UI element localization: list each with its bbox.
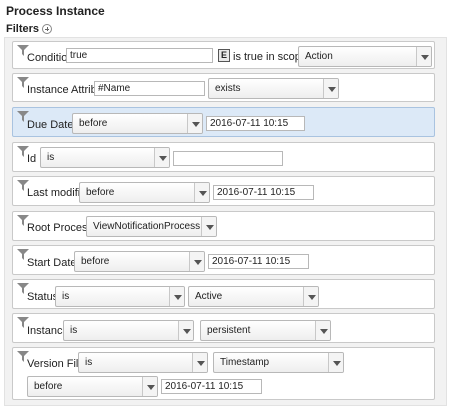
chevron-down-icon xyxy=(169,287,184,306)
filter-row-last-modified: Last modified before 2016-07-11 10:15 xyxy=(12,176,435,206)
instance-attribute-operator-value: exists xyxy=(215,83,241,94)
version-filter-operator-value: is xyxy=(85,357,93,368)
chevron-down-icon xyxy=(201,217,216,236)
last-modified-operator-select[interactable]: before xyxy=(79,182,210,203)
chevron-down-icon xyxy=(189,252,204,271)
instance-operator-value: is xyxy=(70,325,78,336)
status-operator-select[interactable]: is xyxy=(55,286,185,307)
status-operator-value: is xyxy=(62,291,70,302)
filters-header: Filters xyxy=(6,23,53,35)
root-process-value: ViewNotificationProcess xyxy=(93,221,201,232)
filter-row-status: Status is Active xyxy=(12,279,435,309)
id-label: Id xyxy=(27,153,37,165)
version-filter-comparison-value: before xyxy=(34,381,63,392)
instance-attribute-operator-select[interactable]: exists xyxy=(208,78,339,99)
status-value-select[interactable]: Active xyxy=(188,286,319,307)
filter-row-version-filter: Version Filter is Timestamp before 2016-… xyxy=(12,347,435,400)
filter-row-condition: Condition true E is true in scope of Act… xyxy=(12,41,435,69)
page-title: Process Instance xyxy=(6,4,105,18)
status-label: Status xyxy=(27,291,59,303)
filter-row-instance: Instance is persistent xyxy=(12,313,435,343)
last-modified-operator-value: before xyxy=(86,187,115,198)
chevron-down-icon xyxy=(315,321,330,340)
expression-editor-button[interactable]: E xyxy=(218,49,230,62)
instance-value-select[interactable]: persistent xyxy=(200,320,331,341)
version-filter-operator-select[interactable]: is xyxy=(78,352,208,373)
start-date-operator-select[interactable]: before xyxy=(74,251,205,272)
filters-label: Filters xyxy=(6,23,40,35)
chevron-down-icon xyxy=(187,114,202,133)
chevron-down-icon xyxy=(178,321,193,340)
filter-row-id: Id is xyxy=(12,142,435,172)
due-date-operator-value: before xyxy=(79,118,108,129)
chevron-down-icon xyxy=(154,148,169,167)
version-filter-type-value: Timestamp xyxy=(220,357,270,368)
instance-operator-select[interactable]: is xyxy=(63,320,194,341)
filter-row-instance-attribute: Instance Attribute #Name exists xyxy=(12,73,435,102)
last-modified-input[interactable]: 2016-07-11 10:15 xyxy=(213,185,314,200)
due-date-input[interactable]: 2016-07-11 10:15 xyxy=(206,116,305,131)
root-process-select[interactable]: ViewNotificationProcess xyxy=(86,216,217,237)
scope-select-value: Action xyxy=(305,51,333,62)
version-filter-comparison-select[interactable]: before xyxy=(27,376,158,397)
chevron-down-icon xyxy=(194,183,209,202)
filter-row-due-date: Due Date is before 2016-07-11 10:15 xyxy=(12,107,435,137)
chevron-down-icon xyxy=(328,353,343,372)
instance-attribute-input[interactable]: #Name xyxy=(94,81,205,96)
status-value: Active xyxy=(195,291,223,302)
add-filter-icon[interactable] xyxy=(42,24,53,34)
scope-select[interactable]: Action xyxy=(298,46,432,67)
id-input[interactable] xyxy=(173,151,283,166)
chevron-down-icon xyxy=(142,377,157,396)
chevron-down-icon xyxy=(192,353,207,372)
chevron-down-icon xyxy=(303,287,318,306)
due-date-operator-select[interactable]: before xyxy=(72,113,203,134)
filters-panel: Condition true E is true in scope of Act… xyxy=(4,37,447,406)
version-filter-type-select[interactable]: Timestamp xyxy=(213,352,344,373)
id-operator-select[interactable]: is xyxy=(40,147,170,168)
filter-row-start-date: Start Date is before 2016-07-11 10:15 xyxy=(12,245,435,275)
version-filter-input[interactable]: 2016-07-11 10:15 xyxy=(161,379,262,394)
start-date-operator-value: before xyxy=(81,256,110,267)
condition-input[interactable]: true xyxy=(66,48,213,63)
chevron-down-icon xyxy=(416,47,431,66)
filter-row-root-process: Root Process is ViewNotificationProcess xyxy=(12,211,435,241)
chevron-down-icon xyxy=(323,79,338,98)
start-date-input[interactable]: 2016-07-11 10:15 xyxy=(208,254,309,269)
id-operator-value: is xyxy=(47,152,55,163)
instance-value: persistent xyxy=(207,325,251,336)
